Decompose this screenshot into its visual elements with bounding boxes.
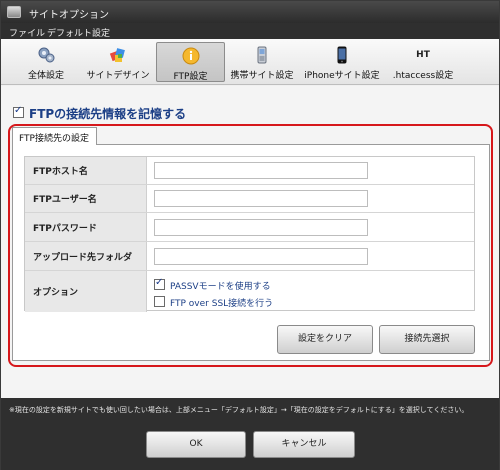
ht-icon: HT	[413, 48, 433, 62]
toolbar: 全体設定 サイトデザイン FTP設定 携帯サイト設定 iPhoneサイト設定 H…	[1, 39, 499, 85]
tool-iphone-site-settings-label: iPhoneサイト設定	[304, 71, 380, 81]
tool-mobile-site-settings-label: 携帯サイト設定	[230, 71, 294, 81]
tool-site-design-label: サイトデザイン	[86, 71, 150, 81]
remember-ftp-checkbox-row[interactable]: FTPの接続先情報を記憶する	[13, 105, 186, 123]
remember-ftp-checkbox[interactable]	[13, 105, 24, 118]
cancel-button[interactable]: キャンセル	[253, 431, 355, 458]
ok-button[interactable]: OK	[146, 431, 246, 458]
tool-ftp-settings[interactable]: FTP設定	[156, 42, 225, 82]
tool-site-design[interactable]: サイトデザイン	[82, 42, 154, 82]
iphone-icon	[337, 46, 347, 64]
menu-default-settings[interactable]: デフォルト設定	[47, 26, 110, 39]
tool-htaccess-settings-label: .htaccess設定	[392, 71, 454, 81]
tool-ftp-settings-label: FTP設定	[173, 72, 208, 82]
tool-mobile-site-settings[interactable]: 携帯サイト設定	[227, 42, 297, 82]
title-bar[interactable]: サイトオプション	[1, 1, 499, 23]
app-icon	[7, 6, 21, 18]
footer-note: ※現在の設定を新規サイトでも使い回したい場合は、上部メニュー「デフォルト設定」→…	[9, 406, 469, 414]
menu-file[interactable]: ファイル	[9, 26, 45, 39]
site-options-window: サイトオプション ファイル デフォルト設定 全体設定 サイトデザイン FTP設定…	[0, 0, 500, 470]
remember-ftp-label[interactable]: FTPの接続先情報を記憶する	[29, 105, 186, 122]
tool-iphone-site-settings[interactable]: iPhoneサイト設定	[299, 42, 385, 82]
tool-general-settings[interactable]: 全体設定	[11, 42, 81, 82]
tool-htaccess-settings[interactable]: HT .htaccess設定	[387, 42, 459, 82]
mobile-phone-icon	[257, 46, 267, 64]
footer-bar: ※現在の設定を新規サイトでも使い回したい場合は、上部メニュー「デフォルト設定」→…	[1, 398, 499, 470]
highlight-frame	[8, 124, 493, 367]
window-title: サイトオプション	[29, 10, 109, 21]
menu-bar: ファイル デフォルト設定	[1, 23, 499, 39]
gears-icon	[38, 47, 55, 63]
tool-general-settings-label: 全体設定	[27, 71, 64, 81]
palette-icon	[109, 48, 125, 62]
ht-icon-text: HT	[416, 50, 430, 60]
info-icon	[182, 47, 199, 65]
